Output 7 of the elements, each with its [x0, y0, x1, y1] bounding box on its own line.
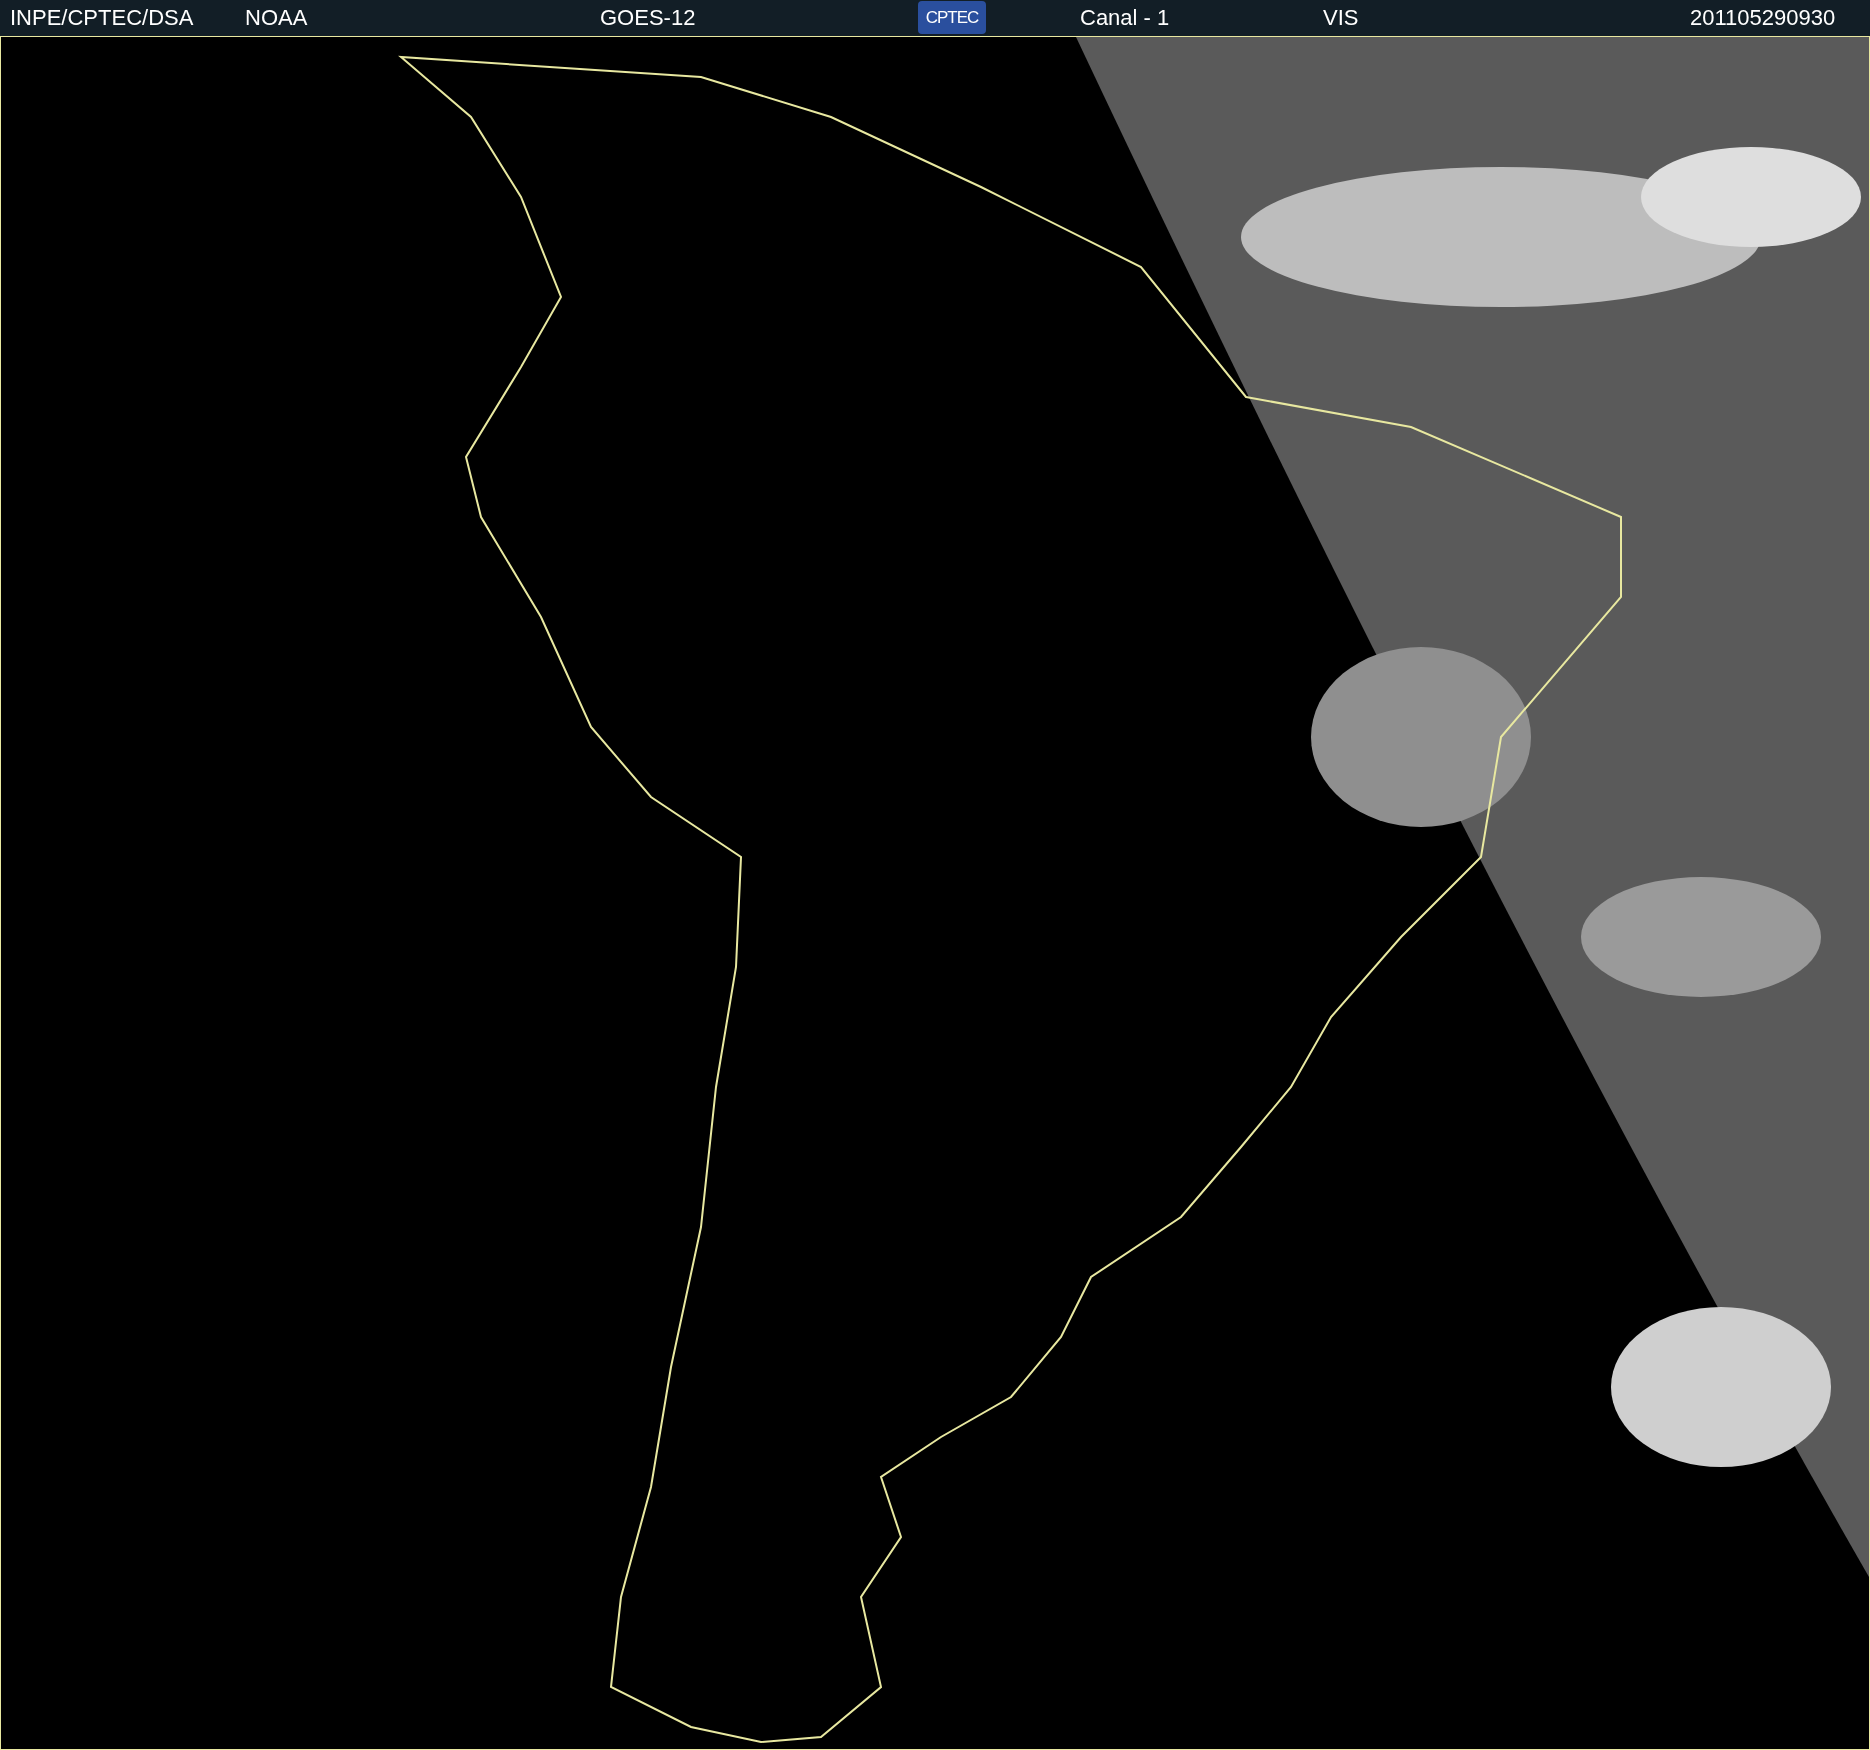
header-label: INPE/CPTEC/DSA: [10, 5, 194, 31]
header-label: VIS: [1323, 5, 1359, 31]
header-label: NOAA: [245, 5, 308, 31]
cptec-logo: CPTEC: [918, 1, 986, 34]
header-label: Canal - 1: [1080, 5, 1170, 31]
header-label: 201105290930: [1690, 5, 1836, 31]
header-label: GOES-12: [600, 5, 696, 31]
